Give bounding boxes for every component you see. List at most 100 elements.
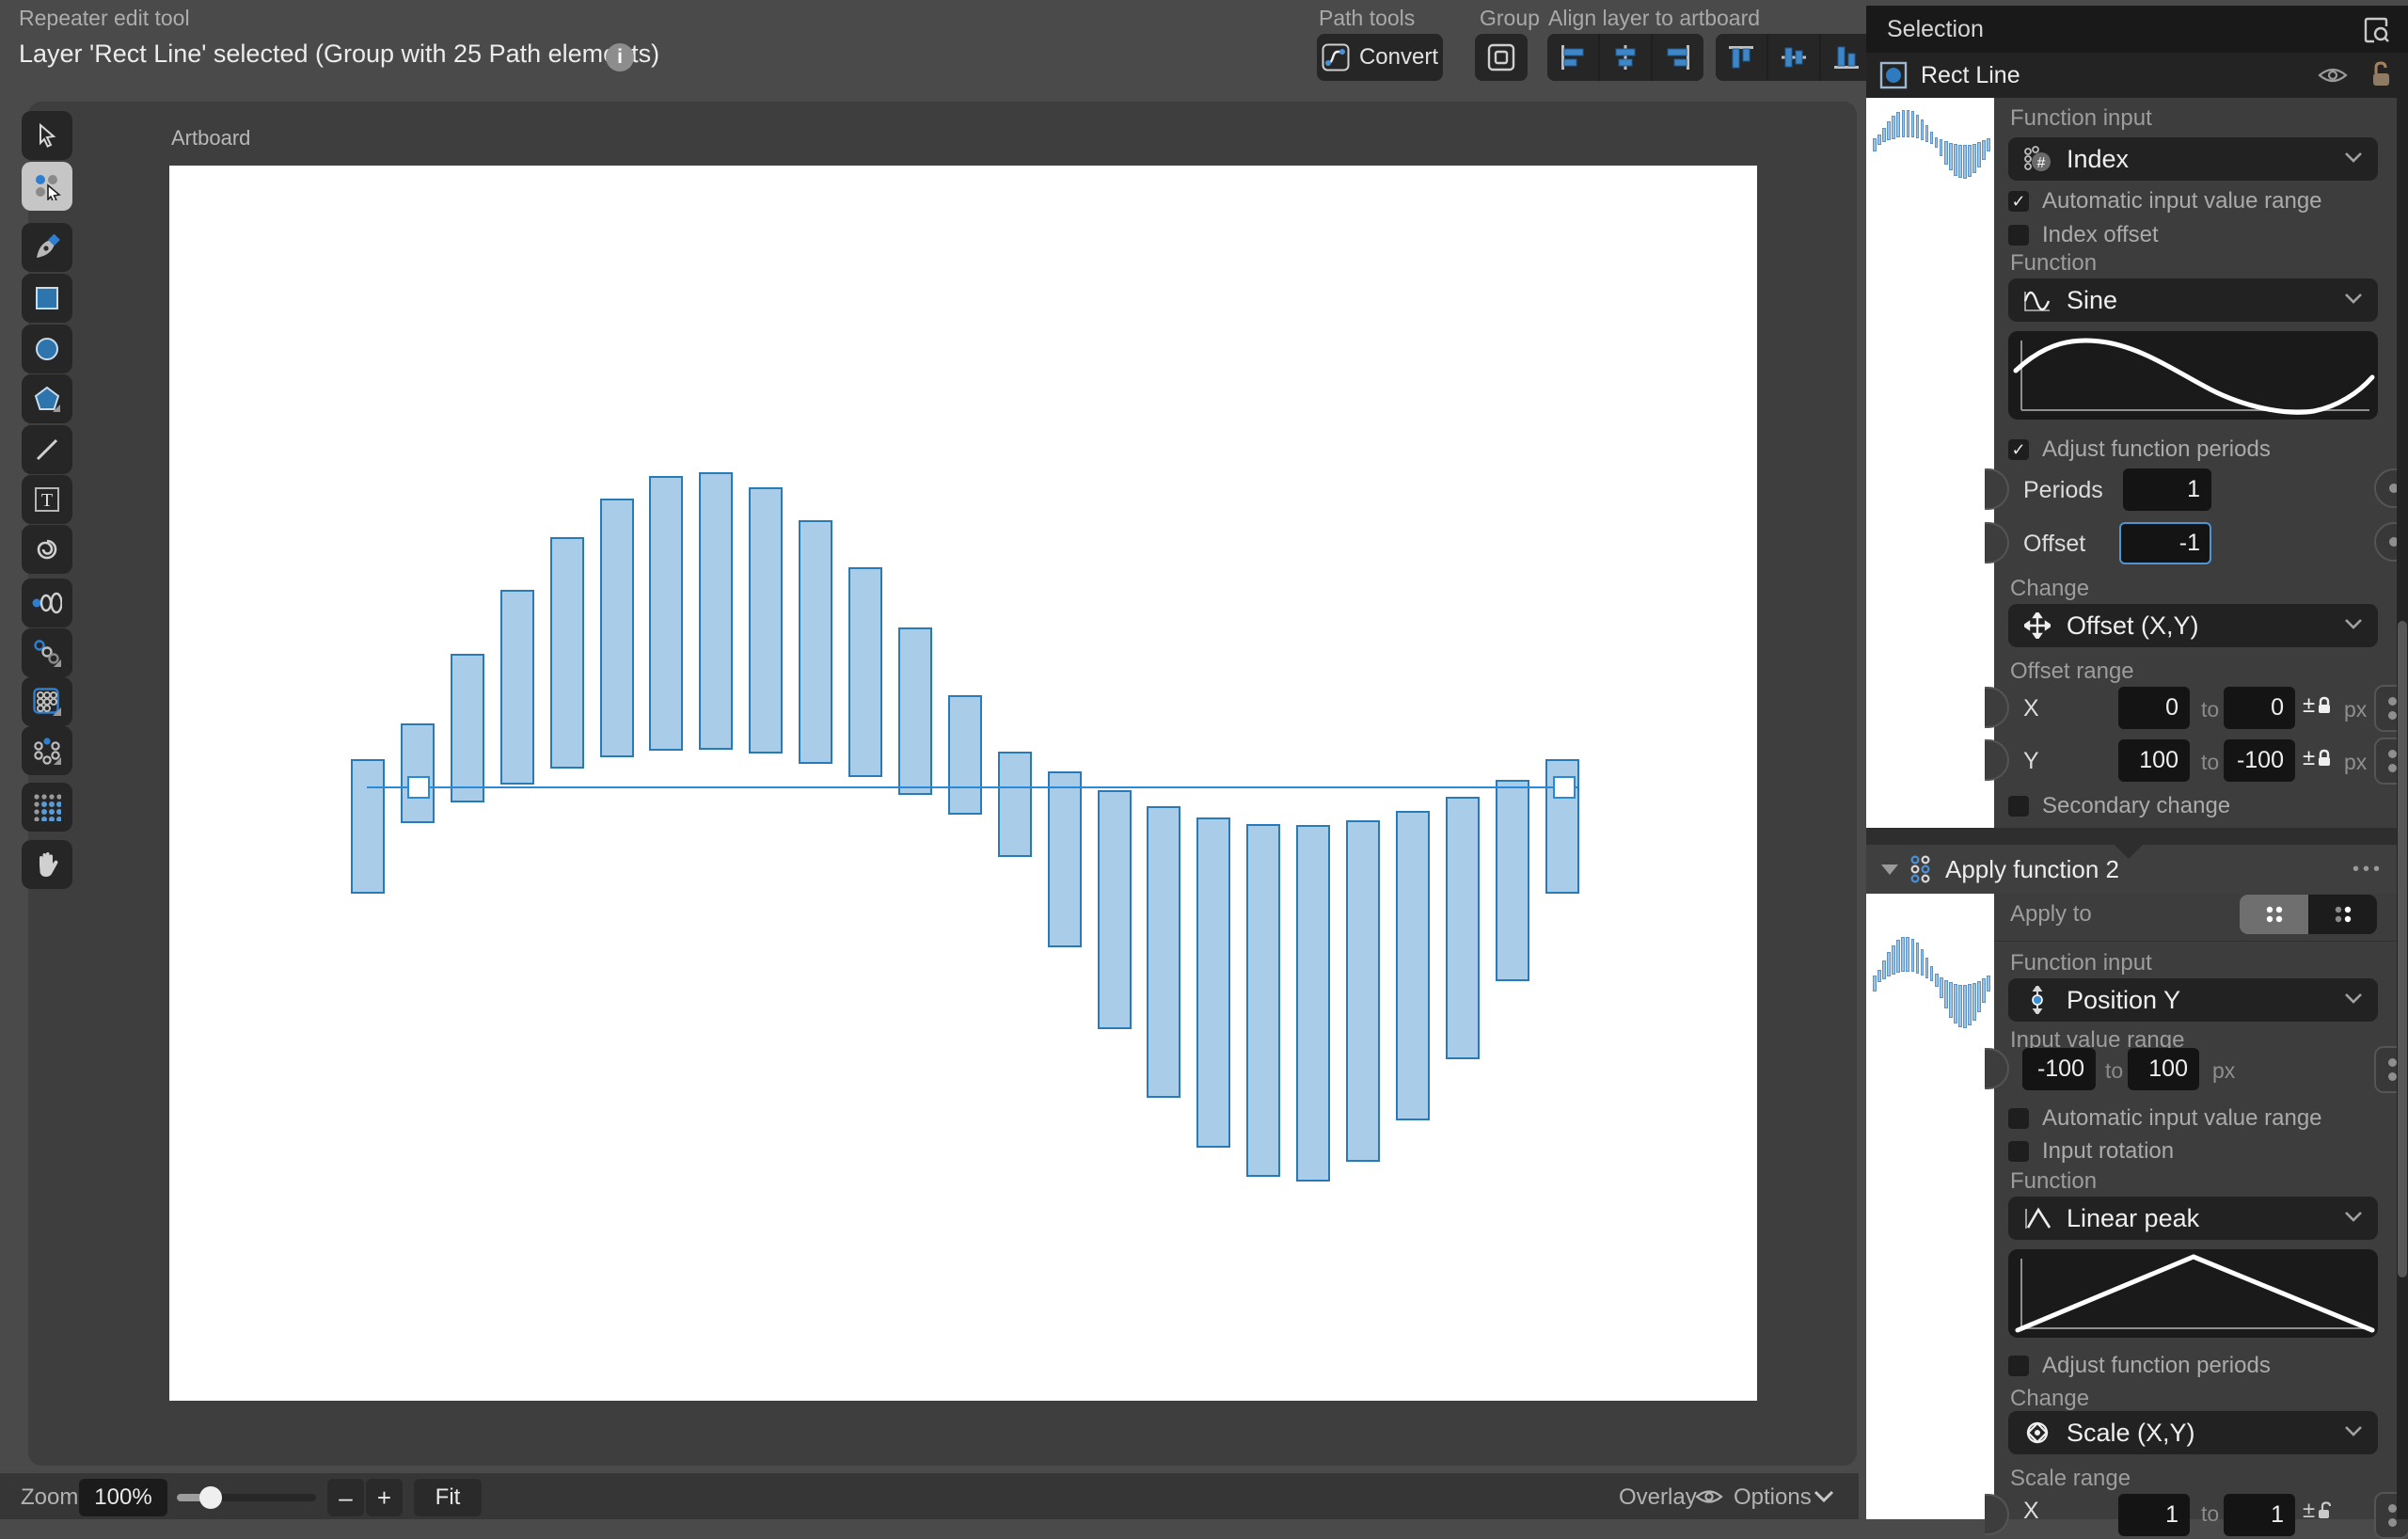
repeated-rect[interactable] xyxy=(1972,983,1976,1021)
repeated-rect[interactable] xyxy=(500,590,534,784)
checkbox-adjust-periods-2[interactable]: ✓ Adjust function periods xyxy=(2008,1353,2271,1379)
zoom-slider-thumb[interactable] xyxy=(199,1486,222,1509)
repeated-rect[interactable] xyxy=(1935,974,1939,987)
collapse-triangle-icon[interactable] xyxy=(1881,865,1898,875)
panel-scrollbar-thumb[interactable] xyxy=(2398,621,2407,1277)
info-icon[interactable]: i xyxy=(606,43,634,71)
repeated-rect[interactable] xyxy=(1958,985,1962,1027)
layer-search-icon[interactable] xyxy=(2361,15,2391,45)
repeated-rect[interactable] xyxy=(1296,825,1330,1182)
repeated-rect[interactable] xyxy=(1925,125,1929,142)
checkbox-box[interactable]: ✓ xyxy=(2008,1108,2029,1129)
repeated-rect[interactable] xyxy=(1949,143,1953,171)
group-button[interactable] xyxy=(1475,34,1528,81)
repeated-rect[interactable] xyxy=(1892,116,1895,138)
checkbox-box[interactable]: ✓ xyxy=(2008,1141,2029,1162)
x-plusminus-lock-icon[interactable]: ± xyxy=(2303,692,2332,719)
repeated-rect[interactable] xyxy=(1887,121,1891,140)
tool-repeat-grid[interactable] xyxy=(22,677,72,726)
align-top-button[interactable] xyxy=(1716,34,1766,81)
repeated-rect[interactable] xyxy=(1902,110,1906,137)
repeater-end-handle[interactable] xyxy=(1553,776,1576,799)
layer-lock-open-icon[interactable] xyxy=(2368,60,2393,90)
repeated-rect[interactable] xyxy=(1246,824,1280,1177)
repeated-rect[interactable] xyxy=(1972,144,1976,173)
repeated-rect[interactable] xyxy=(1877,135,1881,145)
repeated-rect[interactable] xyxy=(1916,943,1920,973)
repeated-rect[interactable] xyxy=(848,567,882,777)
repeated-rect[interactable] xyxy=(1877,970,1881,982)
checkbox-index-offset[interactable]: ✓ Index offset xyxy=(2008,222,2159,248)
repeated-rect[interactable] xyxy=(1887,952,1891,976)
repeated-rect[interactable] xyxy=(1987,138,1990,151)
repeated-rect[interactable] xyxy=(1977,142,1981,167)
scale-x-from-input[interactable]: 1 xyxy=(2118,1494,2190,1536)
repeated-rect[interactable] xyxy=(1873,976,1877,992)
repeated-rect[interactable] xyxy=(550,537,584,769)
artboard[interactable] xyxy=(169,166,1757,1401)
repeated-rect[interactable] xyxy=(1921,949,1925,976)
checkbox-secondary-change[interactable]: ✓ Secondary change xyxy=(2008,793,2230,819)
checkbox-auto-input-range-2[interactable]: ✓ Automatic input value range xyxy=(2008,1105,2322,1132)
repeated-rect[interactable] xyxy=(799,520,832,764)
convert-button[interactable]: Convert xyxy=(1317,34,1443,81)
tool-ellipse[interactable] xyxy=(22,325,72,373)
repeated-rect[interactable] xyxy=(1098,790,1132,1029)
tool-repeater-edit[interactable] xyxy=(22,162,72,211)
repeated-rect[interactable] xyxy=(649,476,683,751)
repeated-rect[interactable] xyxy=(1935,137,1939,148)
repeated-rect[interactable] xyxy=(998,752,1032,858)
repeated-rect[interactable] xyxy=(1987,976,1990,992)
offset-input[interactable]: -1 xyxy=(2119,522,2211,564)
tool-text[interactable]: T xyxy=(22,475,72,524)
repeated-rect[interactable] xyxy=(1873,138,1877,151)
repeater-start-handle[interactable] xyxy=(407,776,430,799)
checkbox-input-rotation[interactable]: ✓ Input rotation xyxy=(2008,1138,2174,1165)
artboard-label[interactable]: Artboard xyxy=(171,126,250,151)
repeated-rect[interactable] xyxy=(1921,119,1925,140)
checkbox-box[interactable]: ✓ xyxy=(2008,439,2029,460)
zoom-value-input[interactable]: 100% xyxy=(79,1479,167,1516)
repeated-rect[interactable] xyxy=(1925,958,1929,978)
repeated-rect[interactable] xyxy=(1446,797,1480,1058)
change-dropdown-2[interactable]: Scale (X,Y) xyxy=(2008,1411,2378,1454)
repeated-rect[interactable] xyxy=(1963,145,1967,179)
repeated-rect[interactable] xyxy=(1147,806,1180,1099)
function-input-dropdown[interactable]: # Index xyxy=(2008,137,2378,181)
repeated-rect[interactable] xyxy=(1944,980,1948,1009)
repeated-rect[interactable] xyxy=(1882,960,1886,979)
tool-select[interactable] xyxy=(22,111,72,160)
tool-hand[interactable] xyxy=(22,840,72,889)
repeated-rect[interactable] xyxy=(351,759,385,894)
checkbox-box[interactable]: ✓ xyxy=(2008,191,2029,212)
repeated-rect[interactable] xyxy=(600,499,634,757)
repeated-rect[interactable] xyxy=(1916,115,1920,138)
repeated-rect[interactable] xyxy=(1346,820,1380,1162)
checkbox-box[interactable]: ✓ xyxy=(2008,796,2029,817)
align-center-h-button[interactable] xyxy=(1600,34,1651,81)
repeated-rect[interactable] xyxy=(1968,984,1972,1025)
tool-dots-grid[interactable] xyxy=(22,783,72,832)
options-chevron-icon[interactable] xyxy=(1814,1490,1834,1508)
layer-row[interactable]: Rect Line xyxy=(1866,53,2408,98)
repeated-rect[interactable] xyxy=(1982,978,1986,1003)
repeated-rect[interactable] xyxy=(898,627,932,795)
repeated-rect[interactable] xyxy=(1930,966,1934,981)
repeated-rect[interactable] xyxy=(1048,771,1082,947)
scale-plusminus-openlock-icon[interactable]: ± xyxy=(2303,1498,2332,1524)
repeated-rect[interactable] xyxy=(1982,140,1986,160)
tool-repeat-path[interactable] xyxy=(22,628,72,677)
change-dropdown-1[interactable]: Offset (X,Y) xyxy=(2008,604,2378,647)
repeated-rect[interactable] xyxy=(1911,939,1915,973)
function-dropdown-2[interactable]: Linear peak xyxy=(2008,1197,2378,1240)
section-menu-dots[interactable]: ••• xyxy=(2353,859,2384,881)
layer-visibility-eye-icon[interactable] xyxy=(2318,64,2348,87)
repeated-rect[interactable] xyxy=(451,654,484,802)
repeated-rect[interactable] xyxy=(1911,111,1915,137)
repeated-rect[interactable] xyxy=(1907,110,1910,137)
function-dropdown-1[interactable]: Sine xyxy=(2008,278,2378,322)
overlay-eye-icon[interactable] xyxy=(1695,1486,1723,1507)
repeated-rect[interactable] xyxy=(1196,817,1230,1149)
align-right-button[interactable] xyxy=(1653,34,1703,81)
repeated-rect[interactable] xyxy=(749,487,783,754)
